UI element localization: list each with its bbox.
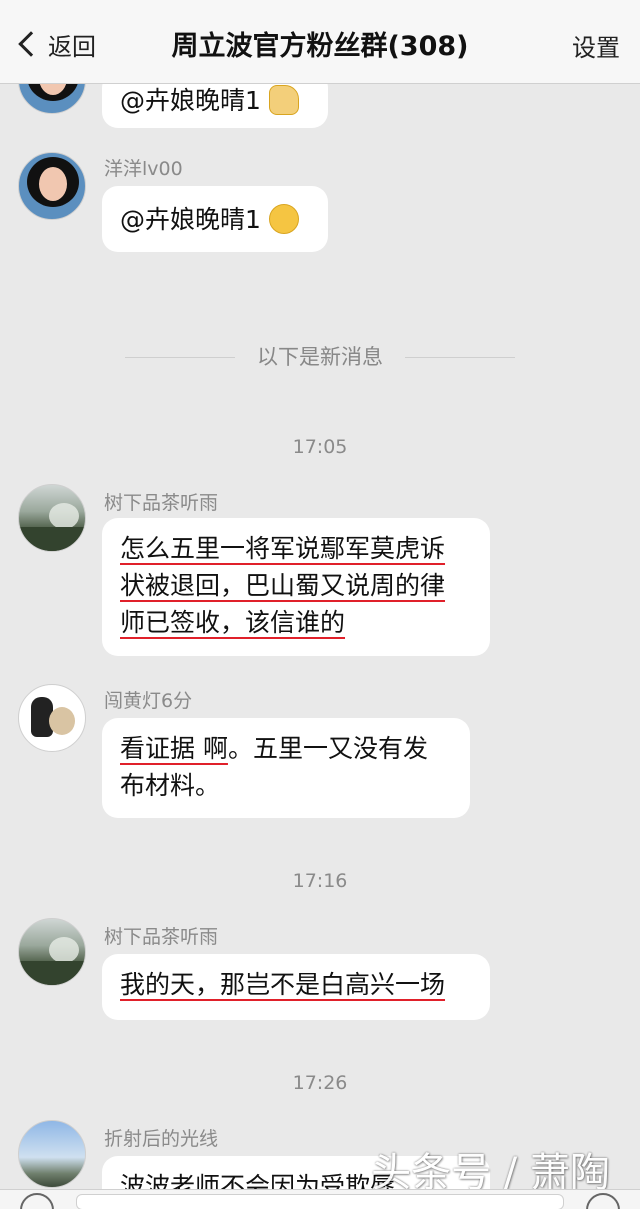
blushing-face-emoji-icon [268, 204, 299, 234]
divider-text: 以下是新消息 [257, 345, 383, 369]
message-line: 怎么五里一将军说鄢军莫虎诉 [120, 534, 446, 563]
message-line: 师已签收，该信谁的 [120, 608, 346, 637]
message-text: 我的天，那岂不是白高兴一场 [120, 970, 446, 999]
underlined-text: 看证据 啊 [120, 734, 228, 763]
message-bubble[interactable]: 看证据 啊。五里一又没有发 布材料。 [102, 718, 470, 818]
message-bubble[interactable]: 我的天，那岂不是白高兴一场 [102, 954, 490, 1020]
avatar[interactable] [18, 152, 86, 220]
message-bubble[interactable]: @卉娘晚晴1 [102, 186, 328, 252]
timestamp: 17:16 [292, 870, 348, 892]
sender-name: 闯黄灯6分 [104, 690, 193, 712]
page-title: 周立波官方粉丝群(308) [171, 31, 469, 62]
message-text: @卉娘晚晴1 [120, 204, 261, 234]
nav-bar: 返回 周立波官方粉丝群(308) 设置 [0, 0, 640, 84]
victory-hand-emoji-icon [268, 85, 299, 115]
settings-button[interactable]: 设置 [572, 28, 620, 63]
message-line: 布材料。 [120, 771, 221, 800]
chat-area[interactable]: @卉娘晚晴1 洋洋lv00 @卉娘晚晴1 以下是新消息 17:05 树下品茶听雨… [0, 84, 640, 1189]
message-text: @卉娘晚晴1 [120, 85, 261, 115]
avatar[interactable] [18, 84, 86, 114]
avatar[interactable] [18, 484, 86, 552]
avatar[interactable] [18, 918, 86, 986]
message-bubble[interactable]: 怎么五里一将军说鄢军莫虎诉 状被退回，巴山蜀又说周的律 师已签收，该信谁的 [102, 518, 490, 656]
message-line: 看证据 啊。五里一又没有发 [120, 730, 452, 767]
timestamp: 17:26 [292, 1072, 348, 1094]
message-bubble[interactable]: @卉娘晚晴1 [102, 84, 328, 128]
add-icon[interactable] [586, 1193, 620, 1209]
input-bar [0, 1189, 640, 1209]
sender-name: 折射后的光线 [104, 1128, 219, 1150]
sender-name: 树下品茶听雨 [104, 926, 219, 948]
new-messages-divider: 以下是新消息 [0, 343, 640, 373]
voice-icon[interactable] [20, 1193, 54, 1209]
message-text: 。五里一又没有发 [227, 734, 428, 763]
avatar[interactable] [18, 684, 86, 752]
avatar[interactable] [18, 1120, 86, 1188]
sender-name: 树下品茶听雨 [104, 492, 219, 514]
sender-name: 洋洋lv00 [104, 158, 183, 180]
timestamp: 17:05 [292, 436, 348, 458]
message-input[interactable] [76, 1194, 564, 1209]
message-line: 状被退回，巴山蜀又说周的律 [120, 571, 446, 600]
